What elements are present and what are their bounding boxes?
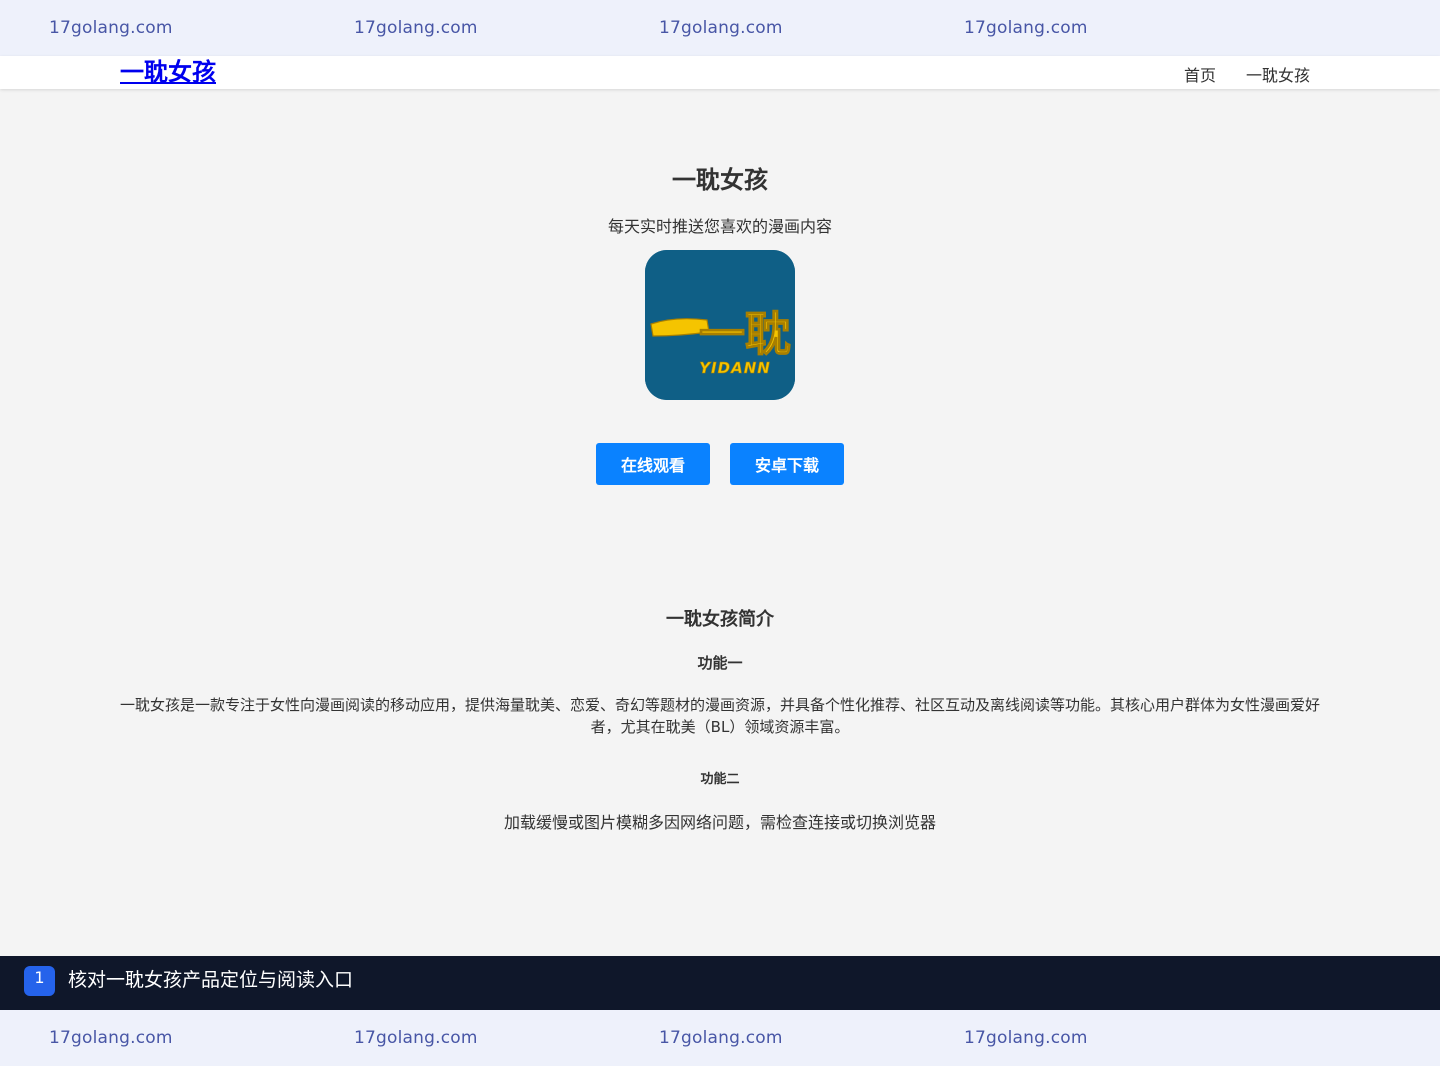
app-logo-graphic: 一耽 YIDANN: [645, 250, 795, 400]
feature1-text: 一耽女孩是一款专注于女性向漫画阅读的移动应用，提供海量耽美、恋爱、奇幻等题材的漫…: [120, 696, 1321, 736]
feature2-title: 功能二: [700, 772, 740, 787]
watermark-text: 17golang.com: [659, 1028, 783, 1048]
nav-links: 首页 一耽女孩: [1184, 62, 1310, 86]
navbar: 一耽女孩 首页 一耽女孩: [0, 56, 1440, 89]
hero-title: 一耽女孩: [672, 166, 768, 194]
watermark-text: 17golang.com: [354, 1028, 478, 1048]
step-badge: 1: [24, 966, 55, 996]
android-download-button[interactable]: 安卓下载: [730, 443, 844, 485]
app-logo: 一耽 YIDANN: [645, 250, 795, 400]
watermark-text: 17golang.com: [964, 1028, 1088, 1048]
watermark-text: 17golang.com: [49, 18, 173, 38]
feature1-title: 功能一: [697, 654, 743, 672]
bottom-watermark-bar: 17golang.com 17golang.com 17golang.com 1…: [0, 1010, 1440, 1066]
hero-subtitle: 每天实时推送您喜欢的漫画内容: [607, 217, 832, 236]
top-watermark-bar: 17golang.com 17golang.com 17golang.com 1…: [0, 0, 1440, 56]
watermark-text: 17golang.com: [964, 18, 1088, 38]
logo-main-text: 一耽: [699, 307, 791, 361]
watermark-text: 17golang.com: [354, 18, 478, 38]
logo-sub-text: YIDANN: [699, 359, 771, 377]
watermark-text: 17golang.com: [49, 1028, 173, 1048]
watermark-text: 17golang.com: [659, 18, 783, 38]
banner-text: 核对一耽女孩产品定位与阅读入口: [68, 969, 354, 991]
brand-link[interactable]: 一耽女孩: [120, 57, 216, 87]
nav-link-home[interactable]: 首页: [1184, 62, 1216, 86]
task-banner: 1 核对一耽女孩产品定位与阅读入口: [0, 956, 1440, 1010]
intro-title: 一耽女孩简介: [666, 609, 774, 630]
nav-link-yidan[interactable]: 一耽女孩: [1246, 62, 1310, 86]
watch-online-button[interactable]: 在线观看: [596, 443, 710, 485]
feature2-text: 加载缓慢或图片模糊多因网络问题，需检查连接或切换浏览器: [503, 813, 936, 832]
